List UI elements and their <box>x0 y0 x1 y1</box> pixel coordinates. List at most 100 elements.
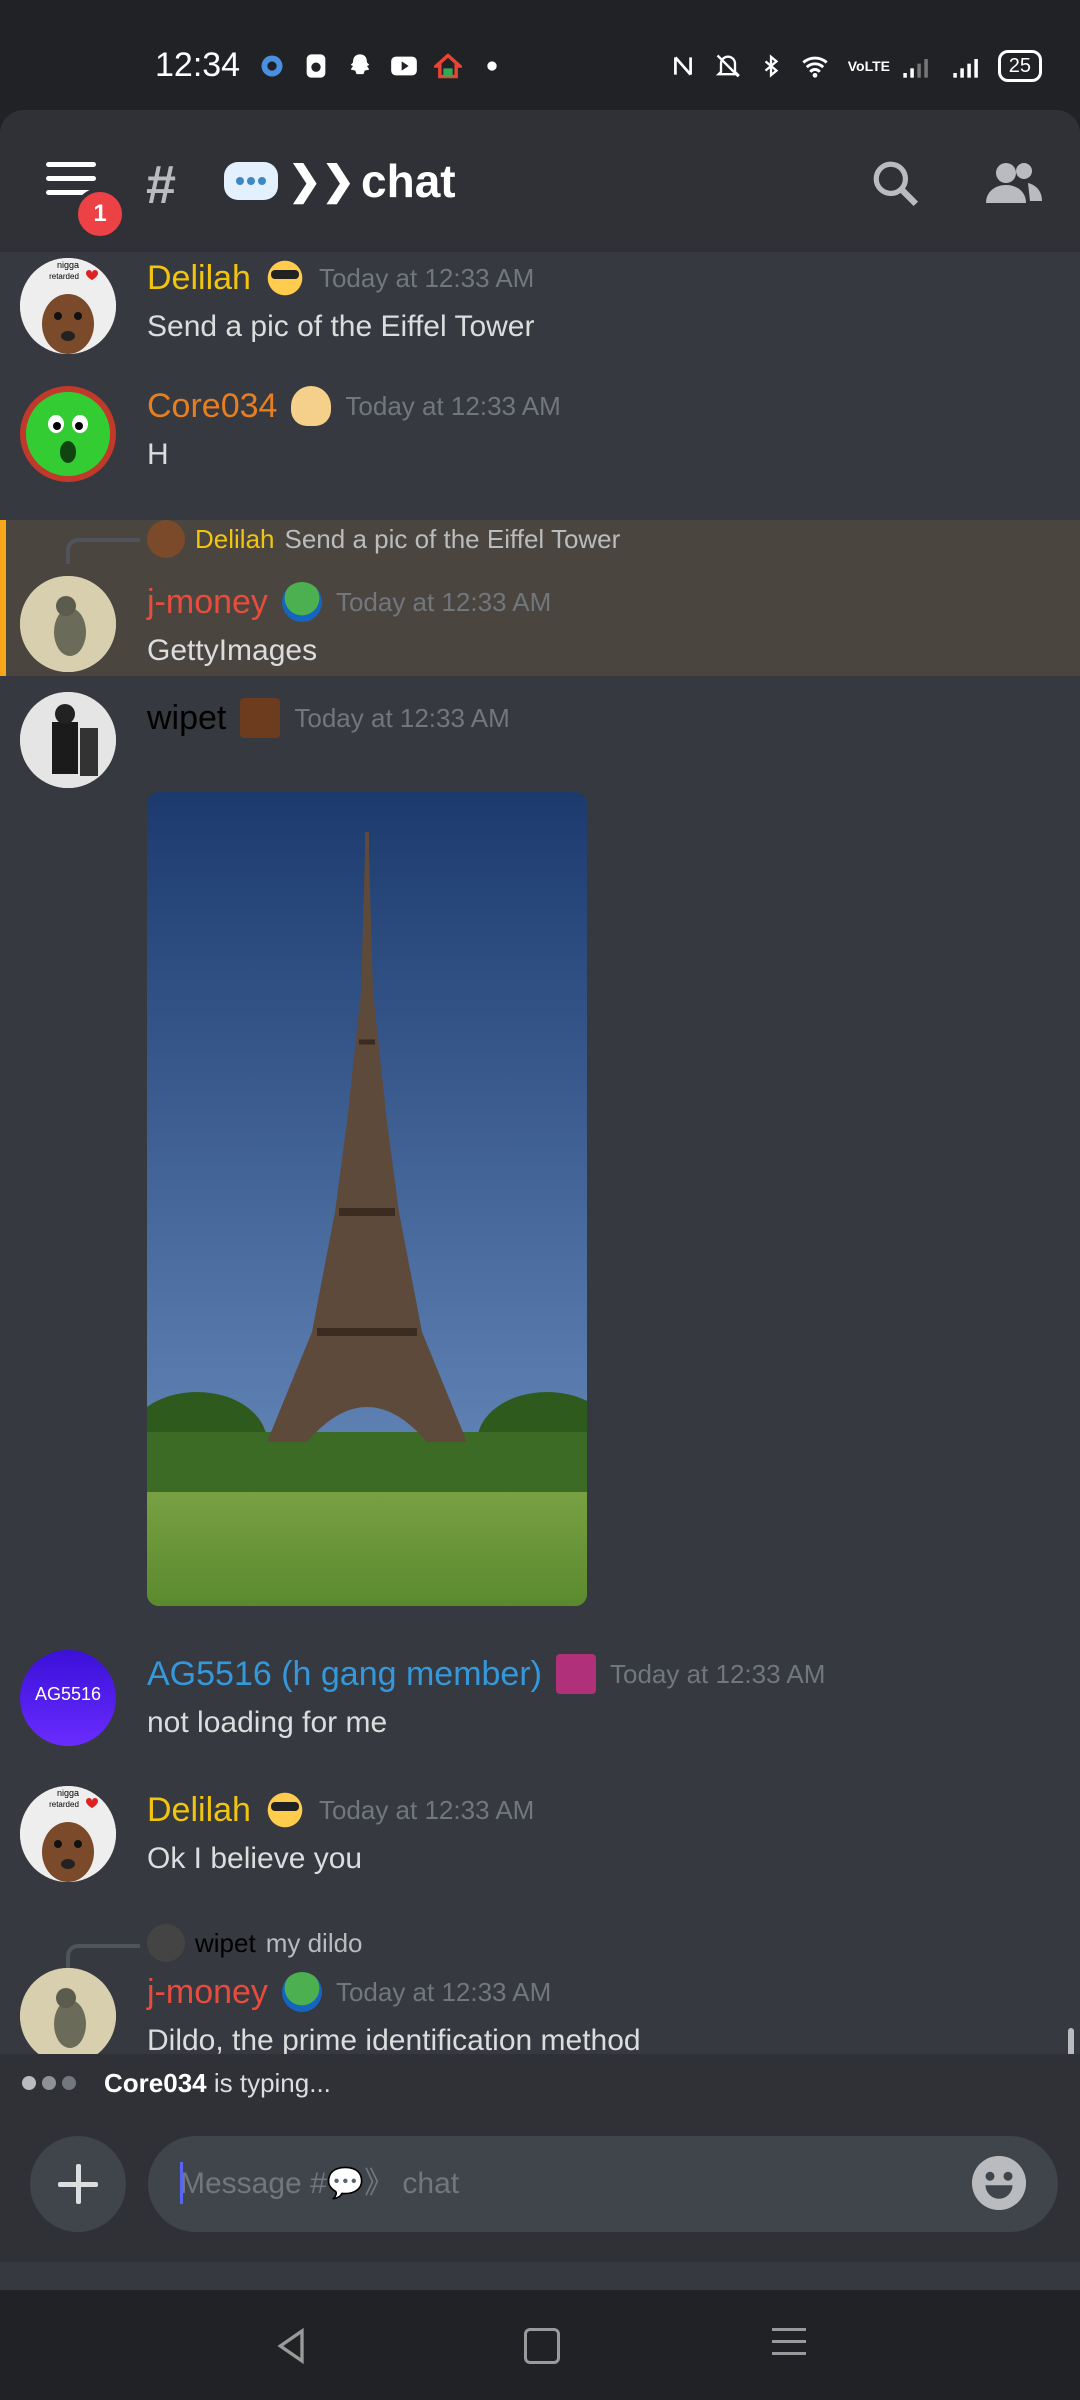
camera-app-icon <box>306 54 326 78</box>
search-icon[interactable] <box>870 158 920 208</box>
typing-dots-icon <box>22 2076 76 2090</box>
timestamp: Today at 12:33 AM <box>318 262 535 293</box>
bluetooth-icon <box>764 54 779 78</box>
discord-app: 1 # ❯❯ chat nigga retarded Delilah Today… <box>0 110 1080 2290</box>
settings-icon <box>261 55 283 77</box>
reply-preview[interactable]: wipet my dildo <box>147 1924 363 1962</box>
typing-user: Core034 <box>104 2068 207 2098</box>
menu-bar-icon <box>46 176 96 181</box>
author-name[interactable]: Delilah <box>147 259 251 298</box>
recents-icon[interactable] <box>772 2328 806 2364</box>
message-item-mention[interactable]: Delilah Send a pic of the Eiffel Tower j… <box>0 520 1080 676</box>
timestamp: Today at 12:33 AM <box>335 1976 552 2007</box>
notification-icons <box>258 52 506 80</box>
reply-author: wipet <box>195 1927 256 1958</box>
timestamp: Today at 12:33 AM <box>335 586 552 617</box>
text-cursor <box>180 2162 183 2204</box>
speech-bubble-icon <box>224 162 278 200</box>
reply-author: Delilah <box>195 523 275 554</box>
green-face-avatar-image <box>26 392 110 476</box>
pepe-emoji-icon <box>281 1972 322 2012</box>
bird-avatar-image <box>20 576 116 672</box>
timestamp: Today at 12:33 AM <box>609 1658 826 1689</box>
notification-badge: 1 <box>74 188 126 240</box>
reply-text: my dildo <box>265 1927 363 1958</box>
police-avatar-image <box>20 692 116 788</box>
add-attachment-button[interactable] <box>30 2136 126 2232</box>
message-item[interactable]: AG5516 AG5516 (h gang member) Today at 1… <box>0 1650 1080 1770</box>
message-text: GettyImages <box>147 634 318 667</box>
nfc-icon <box>673 56 692 76</box>
message-header: wipet Today at 12:33 AM <box>147 698 510 738</box>
wifi-icon <box>802 56 828 78</box>
avatar[interactable] <box>20 692 116 788</box>
message-composer <box>0 2114 1080 2262</box>
message-text: Dildo, the prime identification method <box>147 2024 641 2057</box>
reply-avatar <box>147 520 185 558</box>
anime-emoji-icon <box>555 1654 596 1694</box>
image-attachment[interactable] <box>147 792 587 1606</box>
menu-bar-icon <box>46 162 96 167</box>
message-text: not loading for me <box>147 1706 388 1739</box>
back-icon[interactable] <box>272 2326 312 2366</box>
author-name[interactable]: Core034 <box>147 387 277 426</box>
message-item[interactable]: Core034 Today at 12:33 AM H <box>0 380 1080 500</box>
avatar[interactable] <box>20 386 116 482</box>
youtube-icon <box>391 56 417 76</box>
avatar[interactable]: nigga retarded <box>20 258 116 354</box>
more-notifications-dot <box>487 61 497 71</box>
status-time: 12:34 <box>155 46 241 84</box>
snapchat-icon <box>350 54 370 75</box>
timestamp: Today at 12:33 AM <box>345 390 561 421</box>
system-status: VoLTE 25 <box>670 50 1042 82</box>
message-header: j-money Today at 12:33 AM <box>147 1972 551 2012</box>
volte-label: VoLTE <box>847 58 891 74</box>
author-name[interactable]: j-money <box>147 1973 268 2012</box>
svg-text:retarded: retarded <box>49 272 79 281</box>
avatar-text: AG5516 <box>34 1684 102 1704</box>
emoji-picker-icon[interactable] <box>972 2156 1026 2210</box>
signal-icon-2 <box>953 59 978 78</box>
avatar[interactable]: nigga retarded <box>20 1786 116 1882</box>
channel-name: chat <box>361 155 456 207</box>
members-icon[interactable] <box>984 158 1044 208</box>
home-icon[interactable] <box>524 2328 560 2364</box>
channel-title[interactable]: ❯❯ chat <box>224 154 456 208</box>
status-bar: 12:34 VoLTE 25 <box>0 0 1080 110</box>
face-emoji-icon <box>240 698 281 738</box>
message-header: Delilah Today at 12:33 AM <box>147 258 534 298</box>
message-header: j-money Today at 12:33 AM <box>147 582 551 622</box>
message-header: Delilah Today at 12:33 AM <box>147 1790 534 1830</box>
system-navigation-bar <box>0 2290 1080 2400</box>
message-text: H <box>147 438 169 471</box>
author-name[interactable]: Delilah <box>147 1791 251 1830</box>
message-item[interactable]: wipet Today at 12:33 AM <box>0 692 1080 1612</box>
typing-indicator: Core034 is typing... <box>0 2054 1080 2114</box>
reply-connector <box>66 1944 140 1970</box>
battery-indicator: 25 <box>997 50 1042 82</box>
typing-suffix: is typing... <box>206 2068 331 2098</box>
mute-icon <box>715 54 740 78</box>
timestamp: Today at 12:33 AM <box>318 1794 535 1825</box>
channel-header: 1 # ❯❯ chat <box>0 110 1080 252</box>
message-item[interactable]: nigga retarded Delilah Today at 12:33 AM… <box>0 1786 1080 1906</box>
reply-avatar <box>147 1924 185 1962</box>
pepe-emoji-icon <box>281 582 322 622</box>
sunglasses-emoji-icon <box>264 1790 305 1830</box>
message-input[interactable] <box>148 2136 1058 2232</box>
svg-text:nigga: nigga <box>57 1788 79 1798</box>
message-text: Ok I believe you <box>147 1842 363 1875</box>
author-name[interactable]: AG5516 (h gang member) <box>147 1655 542 1694</box>
message-list[interactable]: nigga retarded Delilah Today at 12:33 AM… <box>0 252 1080 2082</box>
signal-icon-1 <box>903 59 928 78</box>
avatar[interactable] <box>20 1968 116 2064</box>
message-item[interactable]: nigga retarded Delilah Today at 12:33 AM… <box>0 252 1080 372</box>
author-name[interactable]: j-money <box>147 583 268 622</box>
eiffel-tower-image <box>147 792 587 1606</box>
author-name[interactable]: wipet <box>147 699 226 738</box>
avatar[interactable]: AG5516 <box>20 1650 116 1746</box>
timestamp: Today at 12:33 AM <box>294 702 510 733</box>
reply-preview[interactable]: Delilah Send a pic of the Eiffel Tower <box>147 520 620 558</box>
locked-channel-hash-icon: # <box>146 155 177 215</box>
avatar[interactable] <box>20 576 116 672</box>
